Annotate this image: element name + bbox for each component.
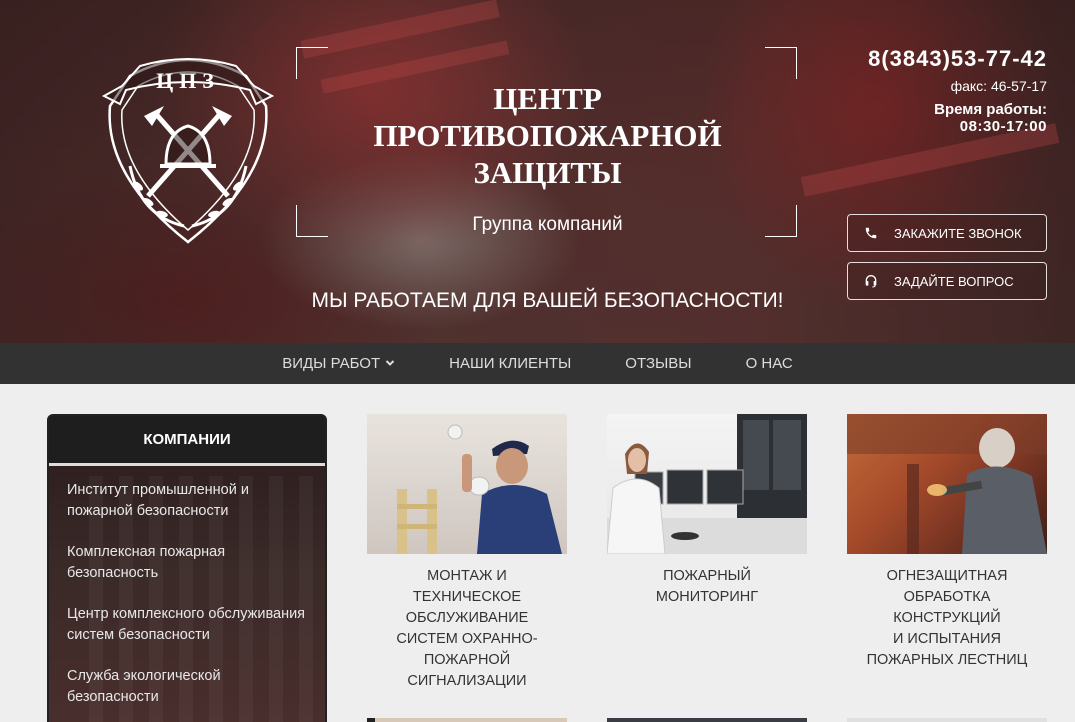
frame-corner (765, 47, 797, 79)
nav-item-reviews[interactable]: ОТЗЫВЫ (625, 355, 691, 372)
hero-banner: ЦПЗ ЦЕНТР ПРОТИВОПОЖАРНОЙ ЗАЩИТЫ Группа … (0, 0, 1075, 343)
slogan: МЫ РАБОТАЕМ ДЛЯ ВАШЕЙ БЕЗОПАСНОСТИ! (311, 289, 784, 312)
order-call-button[interactable]: ЗАКАЖИТЕ ЗВОНОК (847, 214, 1047, 252)
sidebar-item-company[interactable]: Служба экологической безопасности (67, 666, 309, 708)
service-title-line: СИГНАЛИЗАЦИИ (407, 673, 527, 689)
service-card-next-row[interactable] (847, 718, 1047, 722)
hero-bg-stripe (300, 0, 500, 59)
service-image-spraying-worker (847, 414, 1047, 554)
nav-item-label: НАШИ КЛИЕНТЫ (449, 355, 572, 372)
service-title: МОНТАЖ И ТЕХНИЧЕСКОЕ ОБСЛУЖИВАНИЕ СИСТЕМ… (367, 566, 567, 692)
phone-number[interactable]: 8(3843)53-77-42 (868, 46, 1047, 72)
sidebar-list: Институт промышленной и пожарной безопас… (49, 466, 325, 708)
site-title-line: ЦЕНТР (493, 81, 602, 116)
nav-item-label: ВИДЫ РАБОТ (282, 355, 381, 372)
service-image-technician (367, 414, 567, 554)
site-title: ЦЕНТР ПРОТИВОПОЖАРНОЙ ЗАЩИТЫ (330, 80, 765, 191)
site-title-line: ПРОТИВОПОЖАРНОЙ (373, 118, 722, 153)
service-image-monitoring-room (607, 414, 807, 554)
service-card-alarm-installation[interactable]: МОНТАЖ И ТЕХНИЧЕСКОЕ ОБСЛУЖИВАНИЕ СИСТЕМ… (367, 414, 567, 692)
service-title-line: МОНИТОРИНГ (655, 589, 759, 605)
sidebar-item-company[interactable]: Комплексная пожарная безопасность (67, 542, 309, 584)
headset-icon (848, 273, 894, 289)
companies-sidebar: КОМПАНИИ Институт промышленной и пожарно… (47, 414, 327, 722)
service-title-line: ОБРАБОТКА (903, 589, 991, 605)
company-logo[interactable]: ЦПЗ (100, 46, 276, 246)
service-title-line: И ИСПЫТАНИЯ (892, 631, 1001, 647)
service-title-line: ПОЖАРНОЙ (423, 652, 511, 668)
nav-item-clients[interactable]: НАШИ КЛИЕНТЫ (449, 355, 571, 372)
service-card-next-row[interactable] (607, 718, 807, 722)
service-title-line: ПОЖАРНЫХ ЛЕСТНИЦ (866, 652, 1028, 668)
ask-question-label: ЗАДАЙТЕ ВОПРОС (894, 273, 1014, 289)
service-card-next-row[interactable] (367, 718, 567, 722)
service-title: ПОЖАРНЫЙ МОНИТОРИНГ (607, 566, 807, 608)
sidebar-title: КОМПАНИИ (49, 416, 325, 466)
order-call-label: ЗАКАЖИТЕ ЗВОНОК (894, 225, 1022, 241)
sidebar-item-company[interactable]: Институт промышленной и пожарной безопас… (67, 480, 309, 522)
service-card-fire-monitoring[interactable]: ПОЖАРНЫЙ МОНИТОРИНГ (607, 414, 807, 608)
sidebar-item-company[interactable]: Центр комплексного обслуживания систем б… (67, 604, 309, 646)
ask-question-button[interactable]: ЗАДАЙТЕ ВОПРОС (847, 262, 1047, 300)
site-subtitle: Группа компаний (472, 214, 623, 235)
site-title-line: ЗАЩИТЫ (473, 155, 622, 190)
service-title-line: ОГНЕЗАЩИТНАЯ (886, 568, 1008, 584)
service-title-line: ОБСЛУЖИВАНИЕ (405, 610, 529, 626)
phone-icon (848, 226, 894, 240)
main-nav: ВИДЫ РАБОТ НАШИ КЛИЕНТЫ ОТЗЫВЫ О НАС (0, 343, 1075, 384)
work-hours-label: Время работы: (934, 101, 1047, 118)
frame-corner (296, 47, 328, 79)
nav-item-label: ОТЗЫВЫ (625, 355, 692, 372)
service-title-line: СИСТЕМ ОХРАННО- (396, 631, 538, 647)
service-title: ОГНЕЗАЩИТНАЯ ОБРАБОТКА КОНСТРУКЦИЙ И ИСП… (847, 566, 1047, 671)
service-title-line: ПОЖАРНЫЙ (663, 568, 751, 584)
nav-item-about[interactable]: О НАС (746, 355, 793, 372)
service-title-line: МОНТАЖ И (427, 568, 507, 584)
frame-corner (296, 205, 328, 237)
chevron-down-icon (385, 355, 395, 372)
work-hours: 08:30-17:00 (959, 118, 1047, 135)
service-title-line: ТЕХНИЧЕСКОЕ (412, 589, 522, 605)
nav-item-label: О НАС (745, 355, 793, 372)
service-title-line: КОНСТРУКЦИЙ (893, 610, 1001, 626)
service-card-fireproofing[interactable]: ОГНЕЗАЩИТНАЯ ОБРАБОТКА КОНСТРУКЦИЙ И ИСП… (847, 414, 1047, 671)
frame-corner (765, 205, 797, 237)
fax-number: факс: 46-57-17 (950, 78, 1047, 94)
nav-item-work-types[interactable]: ВИДЫ РАБОТ (282, 355, 395, 372)
contacts-block: 8(3843)53-77-42 факс: 46-57-17 Время раб… (868, 46, 1047, 135)
logo-text: ЦПЗ (156, 68, 220, 93)
